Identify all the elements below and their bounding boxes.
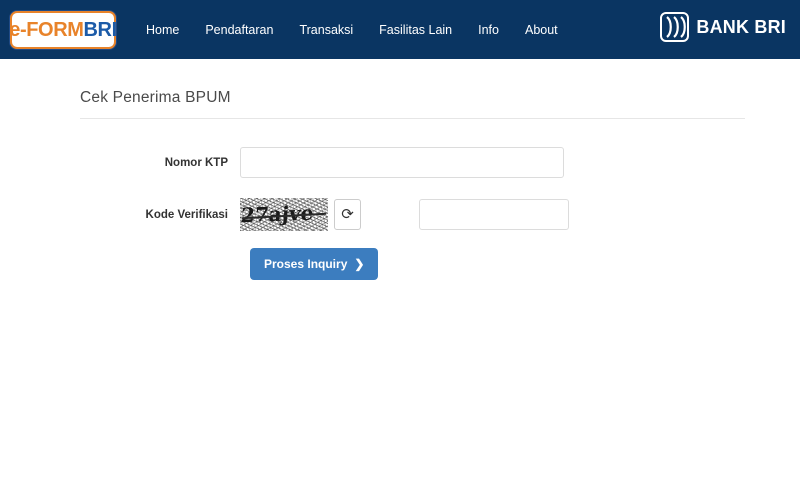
proses-inquiry-button[interactable]: Proses Inquiry ❯ xyxy=(250,248,379,280)
label-kode-verifikasi: Kode Verifikasi xyxy=(145,208,228,221)
form-row-submit: Proses Inquiry ❯ xyxy=(0,248,800,280)
nav-about[interactable]: About xyxy=(512,17,571,43)
main-navigation: Home Pendaftaran Transaksi Fasilitas Lai… xyxy=(133,17,571,43)
input-nomor-ktp[interactable] xyxy=(240,147,564,178)
nav-info[interactable]: Info xyxy=(465,17,512,43)
label-nomor-ktp: Nomor KTP xyxy=(164,156,228,169)
nav-pendaftaran[interactable]: Pendaftaran xyxy=(192,17,286,43)
page-title: Cek Penerima BPUM xyxy=(80,89,231,106)
top-navbar: e-FORMBRI Home Pendaftaran Transaksi Fas… xyxy=(0,0,800,59)
form-row-ktp: Nomor KTP xyxy=(0,147,800,178)
proses-inquiry-label: Proses Inquiry xyxy=(264,257,348,271)
bank-bri-logo-text: BANK BRI xyxy=(696,16,786,37)
nav-fasilitas-lain[interactable]: Fasilitas Lain xyxy=(366,17,465,43)
bank-bri-logo[interactable]: BANK BRI xyxy=(660,12,786,42)
logo-text-bri: BRI xyxy=(83,18,118,41)
form-row-captcha: Kode Verifikasi 27ajve ⟳ xyxy=(0,198,800,231)
bank-bri-mark-icon xyxy=(660,12,690,42)
input-kode-verifikasi[interactable] xyxy=(419,199,569,230)
nav-transaksi[interactable]: Transaksi xyxy=(286,17,366,43)
chevron-right-icon: ❯ xyxy=(354,257,365,271)
logo-text-eform: e-FORM xyxy=(9,18,84,41)
title-divider xyxy=(80,118,745,119)
nav-home[interactable]: Home xyxy=(133,17,192,43)
refresh-icon[interactable]: ⟳ xyxy=(334,199,361,230)
eform-bri-logo-text: e-FORMBRI xyxy=(9,20,117,40)
eform-bri-logo[interactable]: e-FORMBRI xyxy=(9,10,117,49)
captcha-image: 27ajve xyxy=(240,198,328,231)
